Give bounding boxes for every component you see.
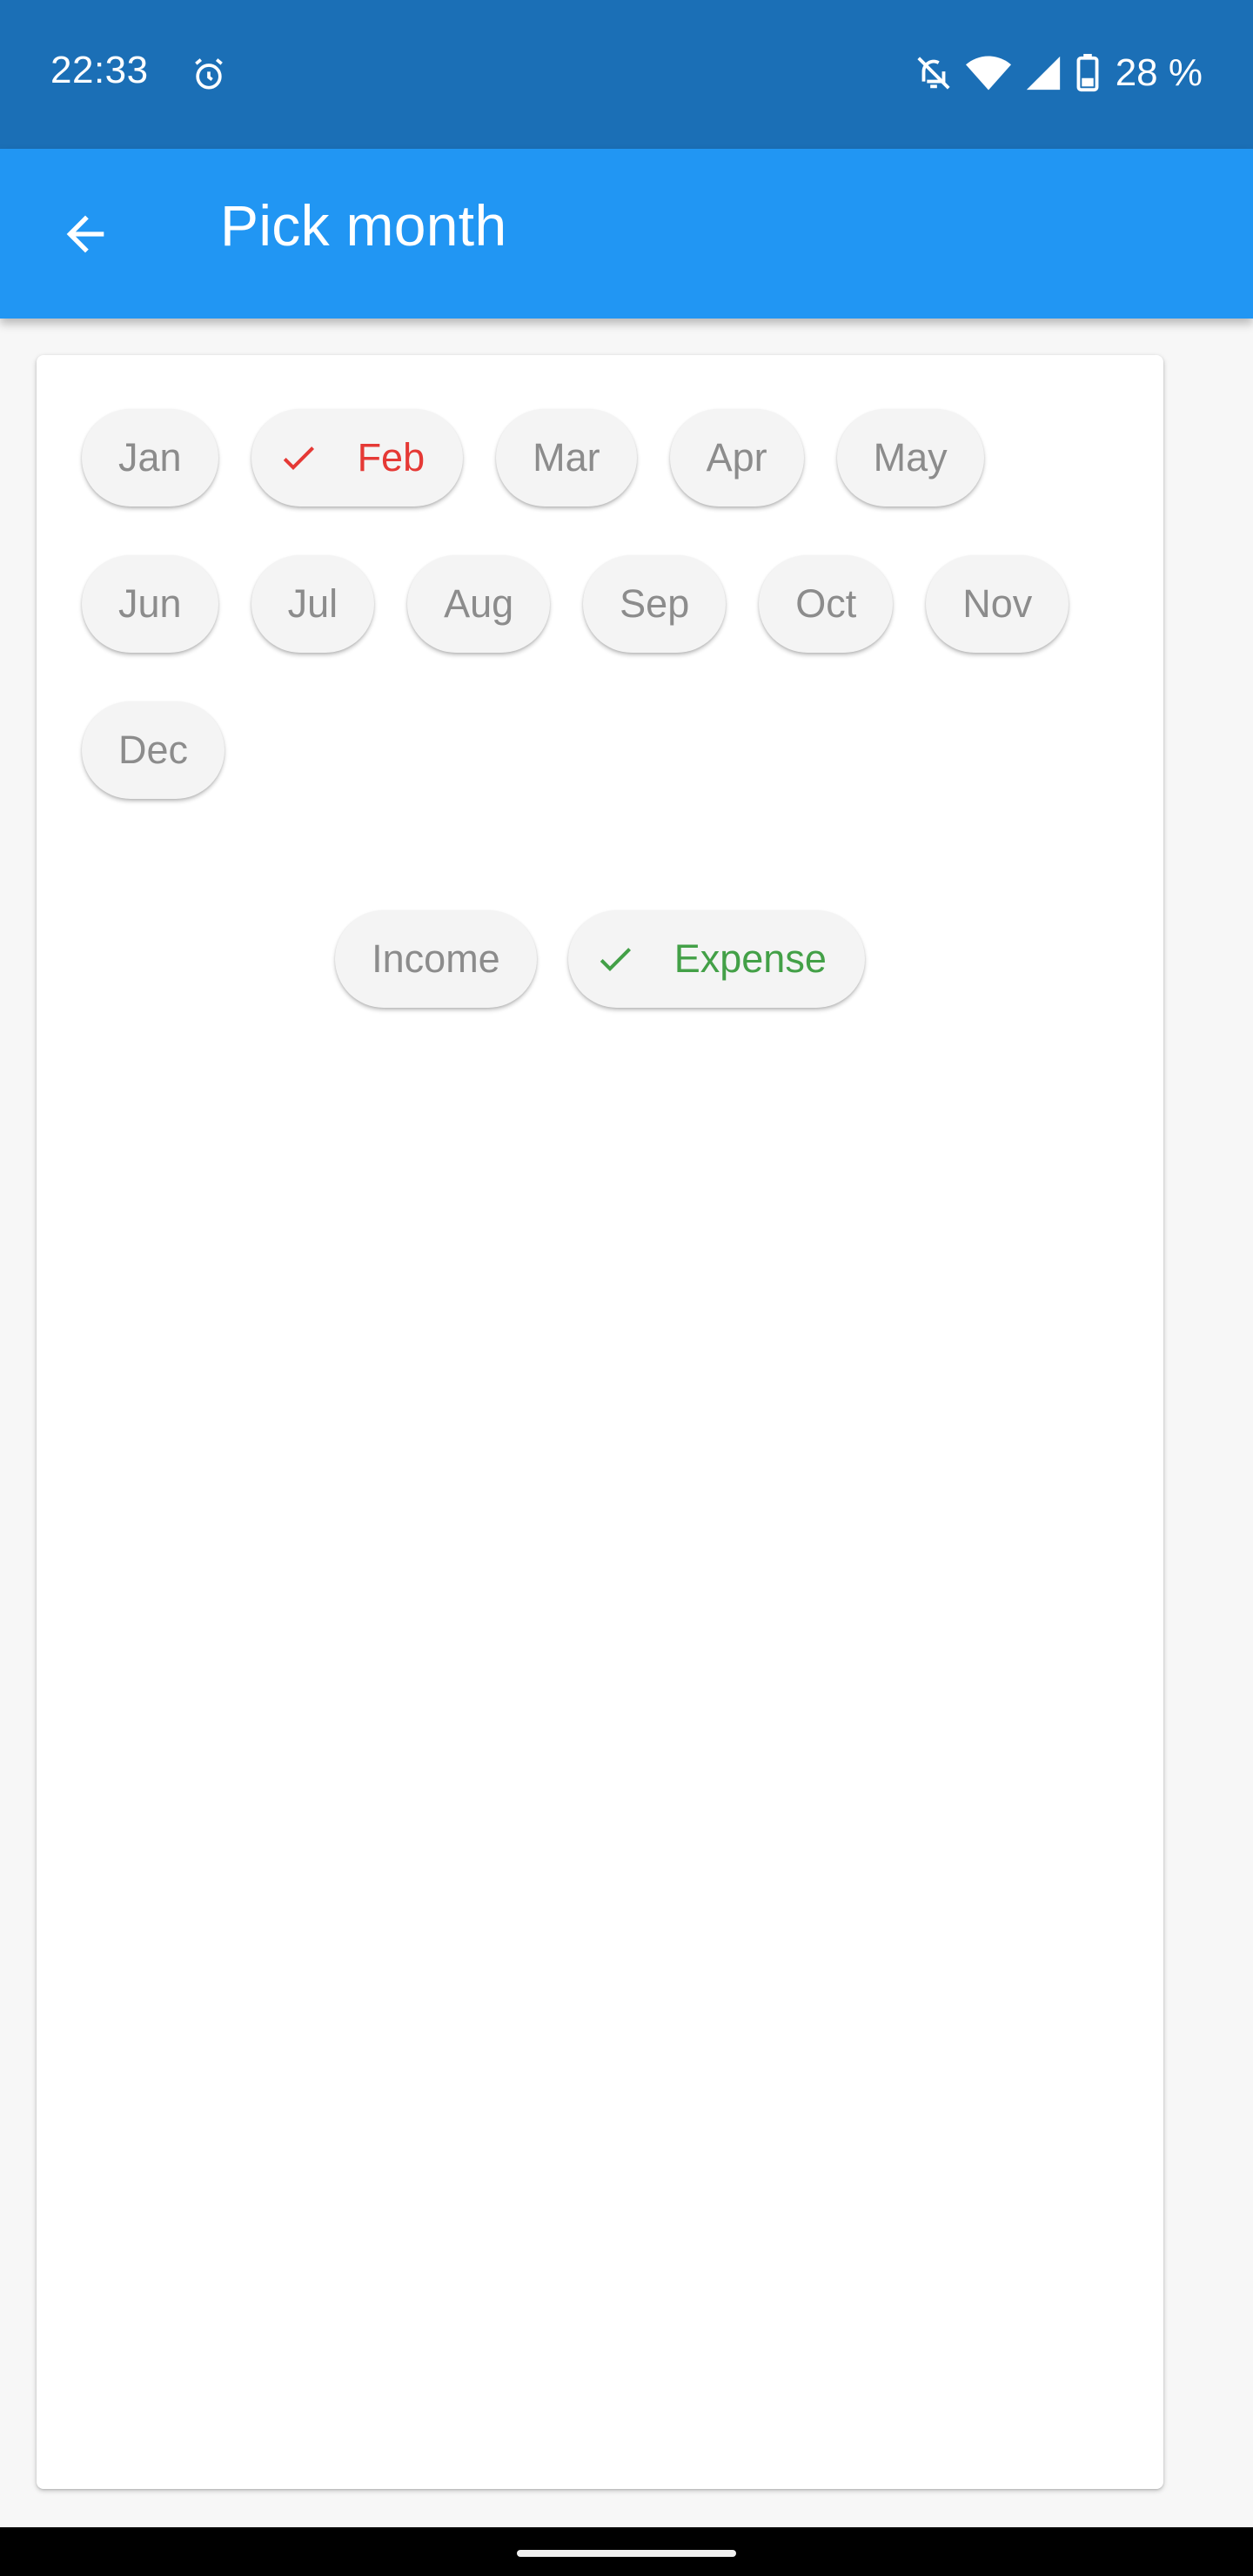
- month-chip-label: Mar: [533, 435, 600, 480]
- type-chip-income[interactable]: Income: [335, 910, 537, 1008]
- type-chip-label: Income: [372, 936, 500, 981]
- month-chip-label: Nov: [962, 581, 1033, 626]
- month-chip-aug[interactable]: Aug: [407, 555, 551, 653]
- month-chip-label: Jan: [118, 435, 182, 480]
- month-chip-label: May: [873, 435, 948, 480]
- month-chip-label: Dec: [118, 728, 189, 772]
- month-chip-jul[interactable]: Jul: [251, 555, 375, 653]
- month-chip-label: Apr: [706, 435, 767, 480]
- month-chip-group: Jan Feb Mar Apr May Jun Jul Aug Sep Oct Nov Dec: [82, 409, 1126, 799]
- wifi-icon: [965, 53, 1011, 93]
- month-chip-jan[interactable]: Jan: [82, 409, 218, 506]
- app-bar: Pick month: [0, 149, 1253, 319]
- month-chip-may[interactable]: May: [836, 409, 984, 506]
- status-bar: 22:33 28 %: [0, 0, 1253, 149]
- month-chip-label: Jul: [287, 581, 338, 626]
- type-chip-expense[interactable]: Expense: [567, 910, 865, 1008]
- month-chip-nov[interactable]: Nov: [926, 555, 1069, 653]
- month-chip-dec[interactable]: Dec: [82, 701, 225, 799]
- battery-icon: [1075, 53, 1100, 93]
- back-button[interactable]: [49, 198, 122, 271]
- month-picker-card: Jan Feb Mar Apr May Jun Jul Aug Sep Oct Nov Dec Inc…: [37, 355, 1163, 2489]
- month-chip-label: Jun: [118, 581, 182, 626]
- page-title: Pick month: [220, 193, 507, 258]
- notifications-off-icon: [914, 53, 954, 93]
- check-icon: [278, 437, 319, 479]
- month-chip-sep[interactable]: Sep: [583, 555, 727, 653]
- arrow-back-icon: [66, 215, 104, 253]
- alarm-icon: [190, 56, 228, 94]
- month-chip-jun[interactable]: Jun: [82, 555, 218, 653]
- month-chip-mar[interactable]: Mar: [496, 409, 637, 506]
- month-chip-oct[interactable]: Oct: [759, 555, 894, 653]
- cell-signal-icon: [1023, 53, 1063, 93]
- status-time: 22:33: [50, 49, 149, 91]
- month-chip-label: Aug: [444, 581, 514, 626]
- status-icons: 28 %: [914, 49, 1203, 97]
- month-chip-feb[interactable]: Feb: [251, 409, 464, 506]
- month-chip-label: Oct: [795, 581, 857, 626]
- check-icon: [594, 938, 636, 980]
- battery-level: 28 %: [1115, 51, 1203, 94]
- month-chip-label: Feb: [357, 435, 425, 480]
- home-indicator[interactable]: [517, 2550, 736, 2557]
- type-chip-group: Income Expense: [37, 910, 1163, 1008]
- month-chip-label: Sep: [620, 581, 690, 626]
- type-chip-label: Expense: [673, 936, 827, 981]
- month-chip-apr[interactable]: Apr: [669, 409, 804, 506]
